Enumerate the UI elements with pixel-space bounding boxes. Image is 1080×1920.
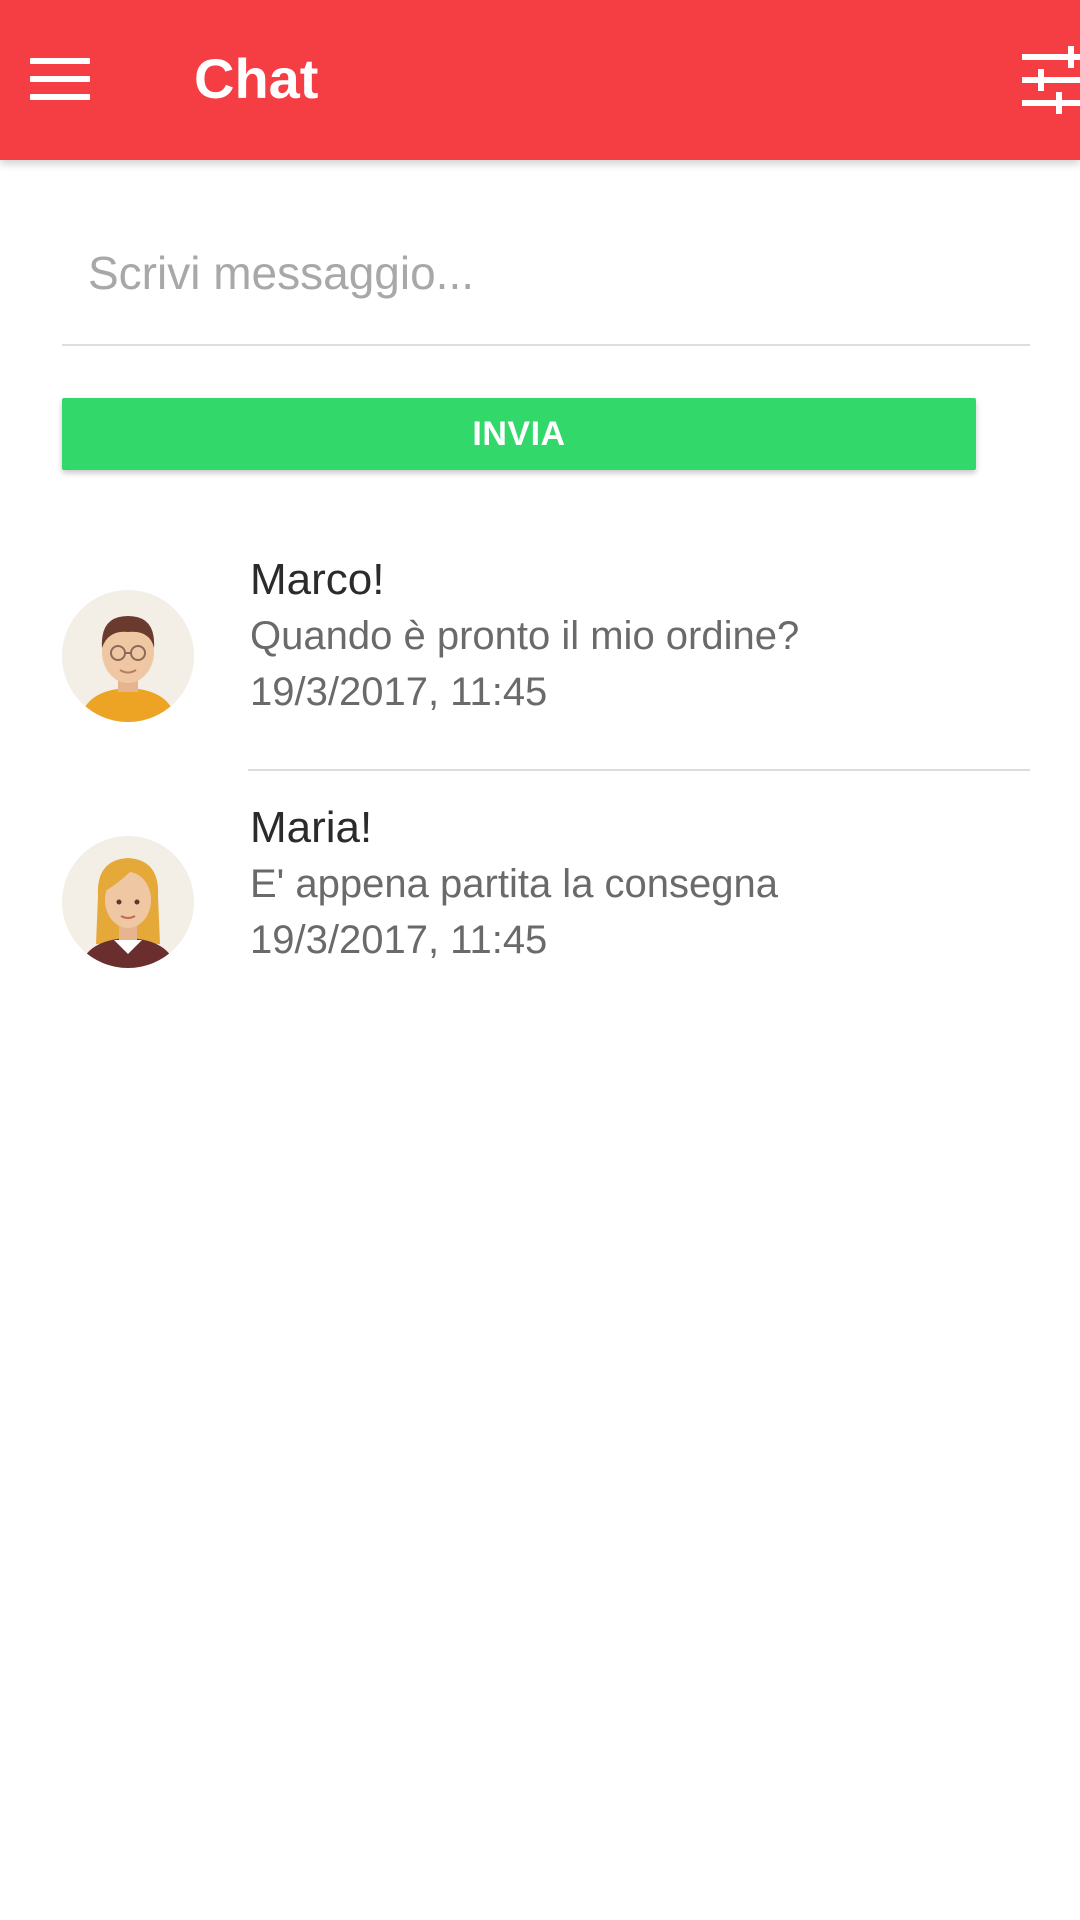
message-input[interactable] <box>62 238 1030 308</box>
sender-name: Maria! <box>250 803 373 852</box>
message-content: Maria! E' appena partita la consegna 19/… <box>250 800 778 968</box>
message-timestamp: 19/3/2017, 11:45 <box>250 670 548 714</box>
list-item[interactable]: Maria! E' appena partita la consegna 19/… <box>0 798 1080 998</box>
list-divider <box>248 769 1030 771</box>
message-timestamp: 19/3/2017, 11:45 <box>250 918 548 962</box>
male-avatar-icon <box>62 590 194 722</box>
send-button-label: INVIA <box>472 414 566 453</box>
sender-name: Marco! <box>250 555 385 604</box>
chat-screen: Chat INVIA <box>0 0 1080 1920</box>
page-title: Chat <box>194 47 319 110</box>
message-text: Quando è pronto il mio ordine? <box>250 614 800 658</box>
message-text: E' appena partita la consegna <box>250 862 779 906</box>
top-app-bar: Chat <box>0 0 1080 160</box>
send-button[interactable]: INVIA <box>62 398 976 470</box>
input-underline <box>62 344 1030 346</box>
sliders-icon[interactable] <box>1020 46 1080 114</box>
female-avatar-icon <box>62 836 194 968</box>
message-content: Marco! Quando è pronto il mio ordine? 19… <box>250 552 799 720</box>
hamburger-menu-icon[interactable] <box>28 54 92 104</box>
list-item[interactable]: Marco! Quando è pronto il mio ordine? 19… <box>0 550 1080 750</box>
